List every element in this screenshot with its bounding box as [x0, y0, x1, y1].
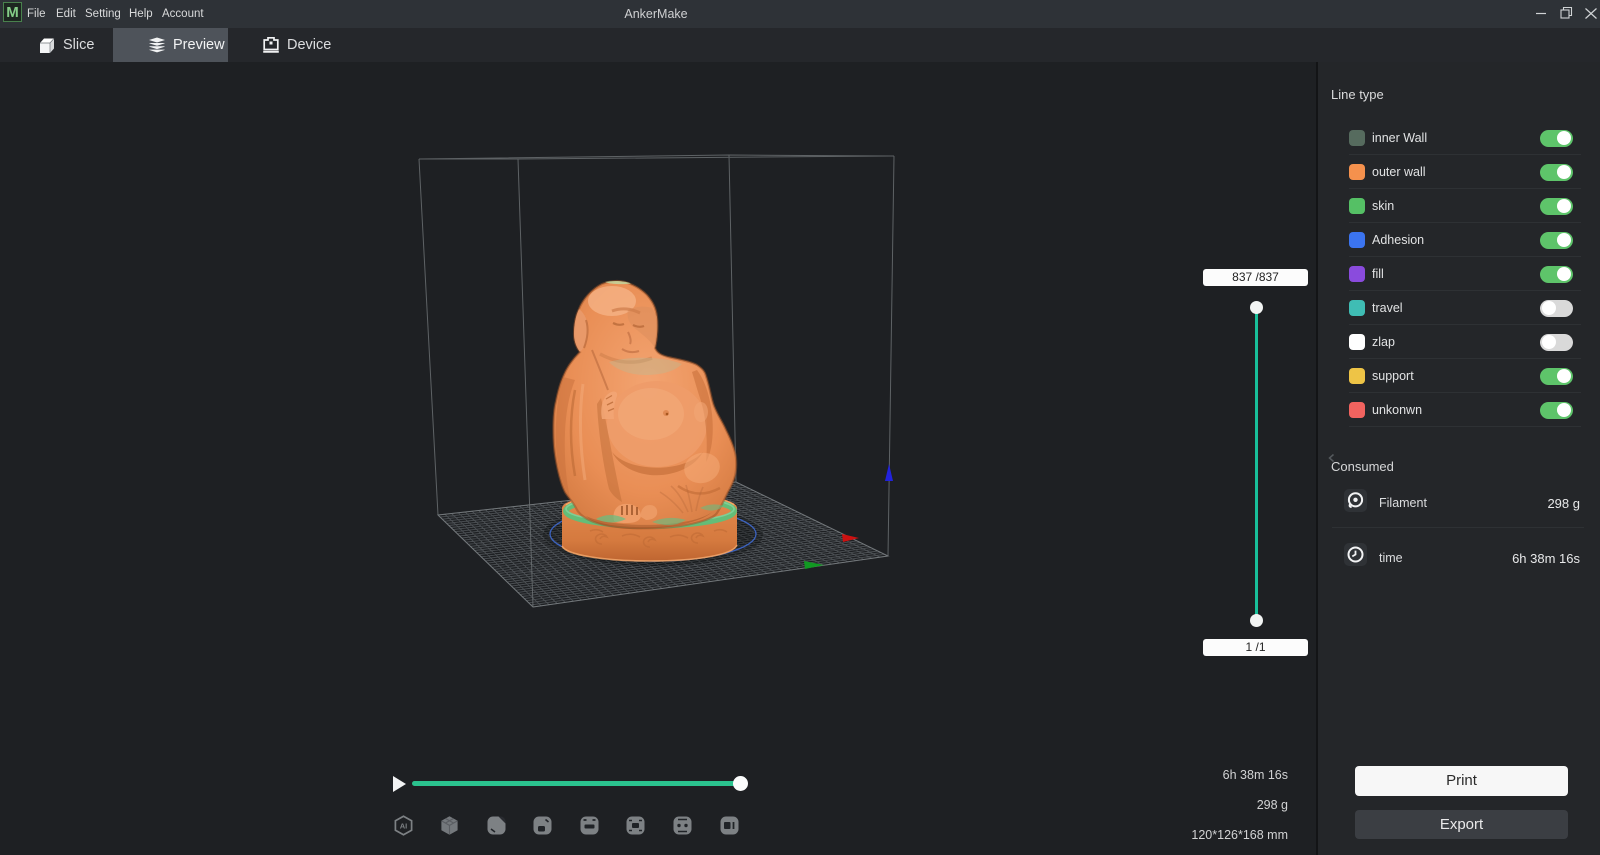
- svg-text:AI: AI: [399, 822, 407, 831]
